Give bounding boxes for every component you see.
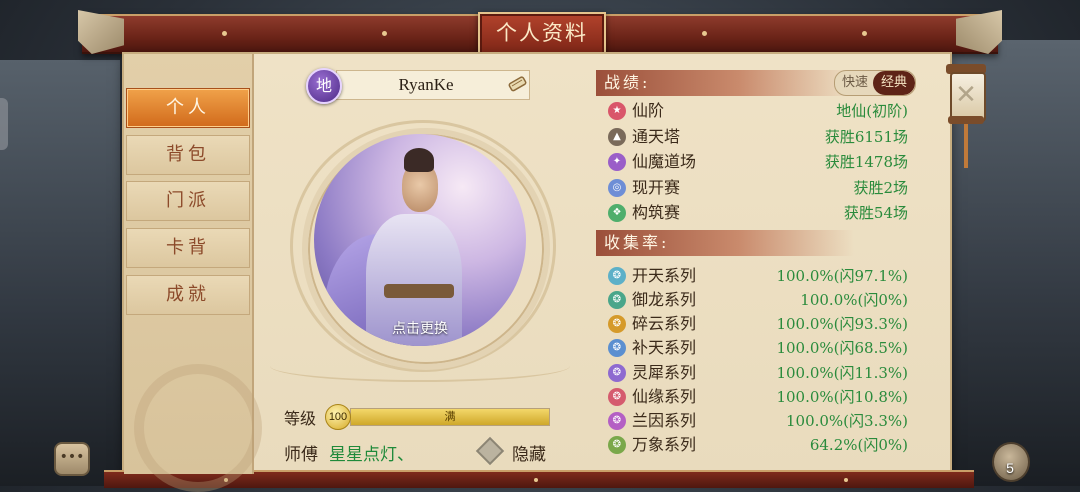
- close-button[interactable]: ✕: [944, 58, 988, 168]
- sidebar-item-sect[interactable]: 门派: [126, 181, 250, 221]
- player-name-field[interactable]: RyanKe: [336, 70, 530, 100]
- collection-label: 开天系列: [632, 266, 697, 285]
- sidebar-item-label: 成就: [166, 284, 210, 305]
- collection-label: 兰因系列: [632, 411, 697, 430]
- xianyuan-icon: ❂: [608, 388, 626, 406]
- mode-option-classic[interactable]: 经典: [873, 71, 915, 95]
- rank-badge: 地: [306, 68, 342, 104]
- level-progress-bar: 满: [350, 408, 550, 426]
- avatar-ornament: [270, 350, 570, 382]
- collection-row: ❂ 灵犀系列 100.0%(闪11.3%): [596, 361, 916, 385]
- collection-heading: 收集率:: [596, 230, 854, 256]
- record-label: 现开赛: [632, 178, 681, 197]
- record-row: ▲ 通天塔 获胜6151场: [596, 125, 916, 149]
- record-label: 通天塔: [632, 127, 681, 146]
- collection-label: 仙缘系列: [632, 387, 697, 406]
- collection-row: ❂ 兰因系列 100.0%(闪3.3%): [596, 409, 916, 433]
- master-label: 师傅: [284, 445, 318, 465]
- build-icon: ❖: [608, 204, 626, 222]
- chat-button[interactable]: •••: [54, 442, 90, 476]
- collection-value: 100.0%(闪3.3%): [785, 412, 908, 430]
- close-icon: ✕: [955, 80, 977, 110]
- bag-count: 5: [1006, 460, 1014, 476]
- collection-row: ❂ 万象系列 64.2%(闪0%): [596, 433, 916, 457]
- collection-value: 100.0%(闪10.8%): [776, 388, 908, 406]
- sidebar-item-label: 个人: [166, 97, 210, 118]
- avatar[interactable]: [314, 134, 526, 346]
- record-value: 获胜2场: [853, 179, 908, 197]
- player-name: RyanKe: [398, 75, 454, 94]
- sidebar-item-label: 卡背: [166, 237, 210, 258]
- collection-value: 100.0%(闪93.3%): [776, 315, 908, 333]
- sidebar-item-achievements[interactable]: 成就: [126, 275, 250, 315]
- side-handle[interactable]: [0, 98, 8, 150]
- record-value: 获胜6151场: [824, 128, 908, 146]
- collection-row: ❂ 碎云系列 100.0%(闪93.3%): [596, 312, 916, 336]
- tower-icon: ▲: [608, 128, 626, 146]
- record-value: 地仙(初阶): [836, 102, 908, 120]
- kaitian-icon: ❂: [608, 267, 626, 285]
- record-row: ✦ 仙魔道场 获胜1478场: [596, 150, 916, 174]
- collection-value: 100.0%(闪68.5%): [776, 339, 908, 357]
- collection-value: 100.0%(闪97.1%): [776, 267, 908, 285]
- record-label: 仙魔道场: [632, 152, 697, 171]
- mode-toggle[interactable]: 快速 经典: [834, 70, 916, 96]
- record-value: 获胜1478场: [824, 153, 908, 171]
- record-row: ★ 仙阶 地仙(初阶): [596, 99, 916, 123]
- change-avatar-button[interactable]: 点击更换: [314, 318, 526, 338]
- collection-value: 100.0%(闪0%): [800, 291, 908, 309]
- record-label: 构筑赛: [632, 203, 681, 222]
- lanyin-icon: ❂: [608, 412, 626, 430]
- star-icon: ★: [608, 102, 626, 120]
- background-mountains-left: [0, 60, 120, 486]
- sidebar-item-label: 背包: [166, 144, 210, 165]
- collection-row: ❂ 补天系列 100.0%(闪68.5%): [596, 336, 916, 360]
- window-title-plate: 个人资料: [478, 12, 606, 56]
- record-label: 仙阶: [632, 101, 665, 120]
- record-value: 获胜54场: [843, 204, 908, 222]
- sidebar-item-label: 门派: [166, 190, 210, 211]
- open-icon: ◎: [608, 179, 626, 197]
- chat-icon: •••: [59, 449, 85, 465]
- level-bar-text: 满: [444, 410, 456, 423]
- collection-label: 补天系列: [632, 338, 697, 357]
- butian-icon: ❂: [608, 339, 626, 357]
- collection-row: ❂ 仙缘系列 100.0%(闪10.8%): [596, 385, 916, 409]
- sidebar-item-bag[interactable]: 背包: [126, 135, 250, 175]
- master-name-link[interactable]: 星星点灯、: [329, 440, 414, 465]
- collection-label: 万象系列: [632, 435, 697, 454]
- collection-value: 64.2%(闪0%): [809, 436, 908, 454]
- suiyun-icon: ❂: [608, 315, 626, 333]
- collection-row: ❂ 开天系列 100.0%(闪97.1%): [596, 264, 916, 288]
- mode-option-quick[interactable]: 快速: [835, 71, 875, 95]
- yulong-icon: ❂: [608, 291, 626, 309]
- edit-name-icon[interactable]: [506, 72, 528, 94]
- collection-label: 碎云系列: [632, 314, 697, 333]
- record-row: ◎ 现开赛 获胜2场: [596, 176, 916, 200]
- hide-label: 隐藏: [512, 445, 546, 465]
- window-title: 个人资料: [496, 21, 588, 45]
- record-row: ❖ 构筑赛 获胜54场: [596, 201, 916, 225]
- collection-value: 100.0%(闪11.3%): [776, 364, 908, 382]
- level-label: 等级: [284, 409, 317, 428]
- demon-icon: ✦: [608, 153, 626, 171]
- sidebar-item-card-back[interactable]: 卡背: [126, 228, 250, 268]
- collection-label: 御龙系列: [632, 290, 697, 309]
- lingxi-icon: ❂: [608, 364, 626, 382]
- wanxiang-icon: ❂: [608, 436, 626, 454]
- collection-row: ❂ 御龙系列 100.0%(闪0%): [596, 288, 916, 312]
- sidebar-ornament: [134, 364, 262, 492]
- record-heading: 战绩:: [596, 70, 854, 96]
- level-badge: 100: [325, 404, 351, 430]
- collection-label: 灵犀系列: [632, 363, 697, 382]
- sidebar-item-personal[interactable]: 个人: [126, 88, 250, 128]
